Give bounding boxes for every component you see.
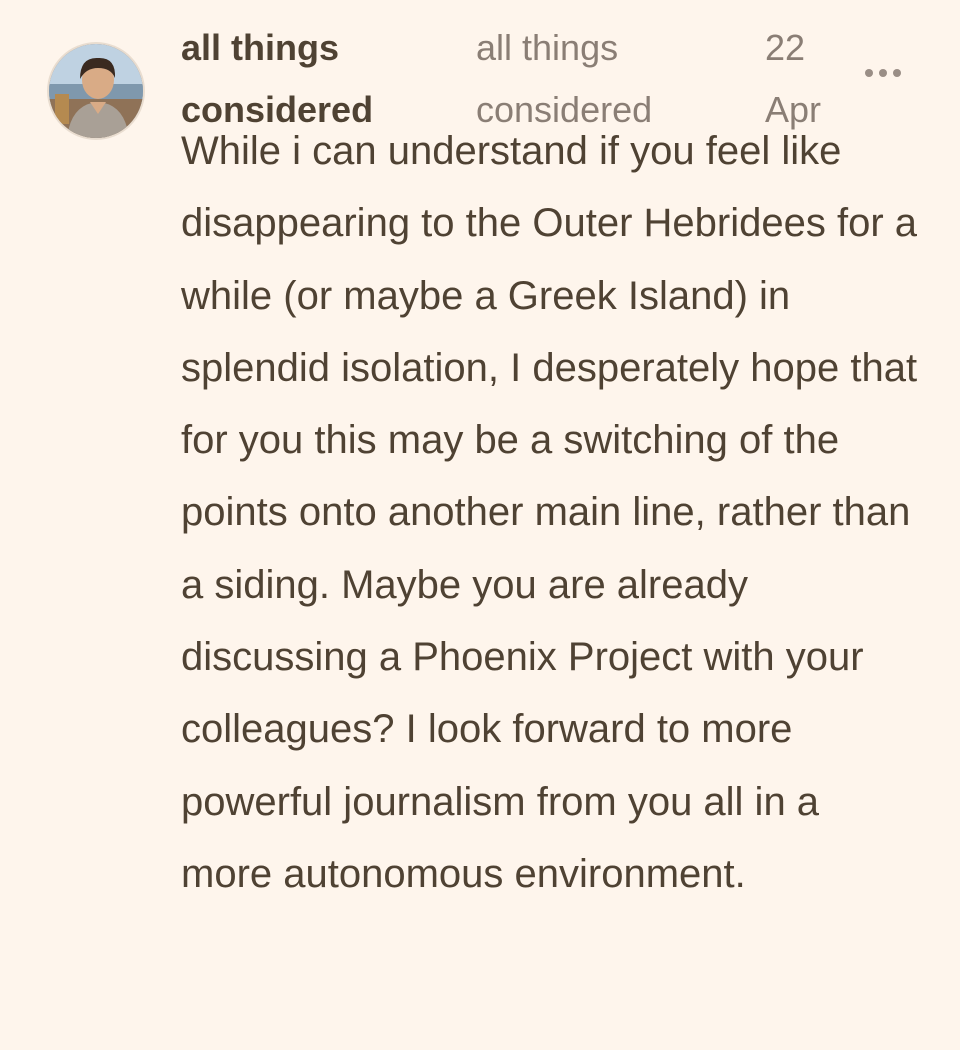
more-options-button[interactable]: [858, 56, 908, 90]
comment: all things considered all things conside…: [0, 0, 960, 1050]
user-avatar-photo: [49, 44, 143, 138]
more-options-icon: [865, 69, 901, 77]
comment-body: While i can understand if you feel like …: [181, 129, 918, 896]
user-avatar[interactable]: [49, 44, 143, 138]
